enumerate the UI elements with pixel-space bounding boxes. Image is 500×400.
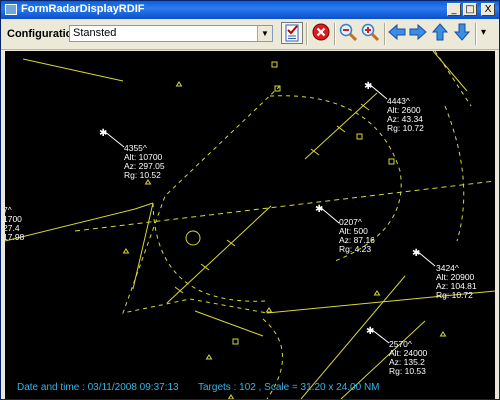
- pan-left-button[interactable]: [387, 22, 409, 44]
- status-datetime: Date and time : 03/11/2008 09:37:13: [17, 382, 179, 393]
- target-plot-icon[interactable]: ✱: [366, 326, 374, 337]
- radar-window: FormRadarDisplayRDIF _ □ X Configuration…: [0, 0, 500, 400]
- checklist-icon: [285, 24, 299, 42]
- stop-icon: [312, 23, 330, 41]
- toolbar-separator: [384, 23, 386, 45]
- pan-right-button[interactable]: [408, 22, 430, 44]
- toolbar-separator: [334, 23, 336, 45]
- zoom-out-button[interactable]: [338, 22, 360, 44]
- minimize-button[interactable]: _: [447, 3, 461, 16]
- pan-down-button[interactable]: [452, 22, 474, 44]
- window-title: FormRadarDisplayRDIF: [21, 3, 145, 15]
- target-plot-icon[interactable]: ✱: [315, 204, 323, 215]
- target-range: Rg: 10.53: [389, 366, 426, 376]
- status-summary: Targets : 102 , Scale = 31.20 x 24.00 NM: [198, 382, 380, 393]
- configuration-combobox[interactable]: Stansted ▼: [69, 25, 273, 42]
- target-plot-icon[interactable]: ✱: [412, 248, 420, 259]
- zoom-in-button[interactable]: [360, 22, 382, 44]
- target-range: Rg: 10.72: [387, 123, 424, 133]
- target-range: Rg: 10.72: [436, 290, 473, 300]
- target-plot-icon[interactable]: ✱: [99, 128, 107, 139]
- target-range: 17.98: [5, 232, 25, 242]
- zoom-out-icon: [339, 23, 358, 42]
- pan-up-button[interactable]: [430, 22, 452, 44]
- target-plot-icon[interactable]: ✱: [364, 81, 372, 92]
- app-icon: [5, 4, 17, 15]
- toolbar: Configuration Stansted ▼ ▾: [1, 19, 499, 50]
- arrow-up-icon: [431, 23, 449, 41]
- checklist-button[interactable]: [281, 22, 303, 44]
- zoom-in-icon: [361, 23, 380, 42]
- toolbar-overflow-button[interactable]: ▾: [481, 27, 486, 38]
- configuration-value: Stansted: [73, 27, 117, 39]
- arrow-right-icon: [409, 23, 427, 41]
- arrow-down-icon: [453, 23, 471, 41]
- combo-dropdown-button[interactable]: ▼: [257, 26, 272, 41]
- close-button[interactable]: X: [481, 3, 495, 16]
- toolbar-separator: [475, 23, 477, 45]
- stop-button[interactable]: [311, 22, 333, 44]
- title-bar[interactable]: FormRadarDisplayRDIF _ □ X: [1, 1, 499, 19]
- target-range: Rg: 4.23: [339, 244, 371, 254]
- arrow-left-icon: [388, 23, 406, 41]
- toolbar-separator: [306, 23, 308, 45]
- radar-display[interactable]: ✱ ✱ ✱ ✱ ✱ 4355^ Alt: 10700 Az: 297.05 Rg…: [5, 51, 495, 399]
- maximize-button[interactable]: □: [463, 3, 477, 16]
- target-range: Rg: 10.52: [124, 170, 161, 180]
